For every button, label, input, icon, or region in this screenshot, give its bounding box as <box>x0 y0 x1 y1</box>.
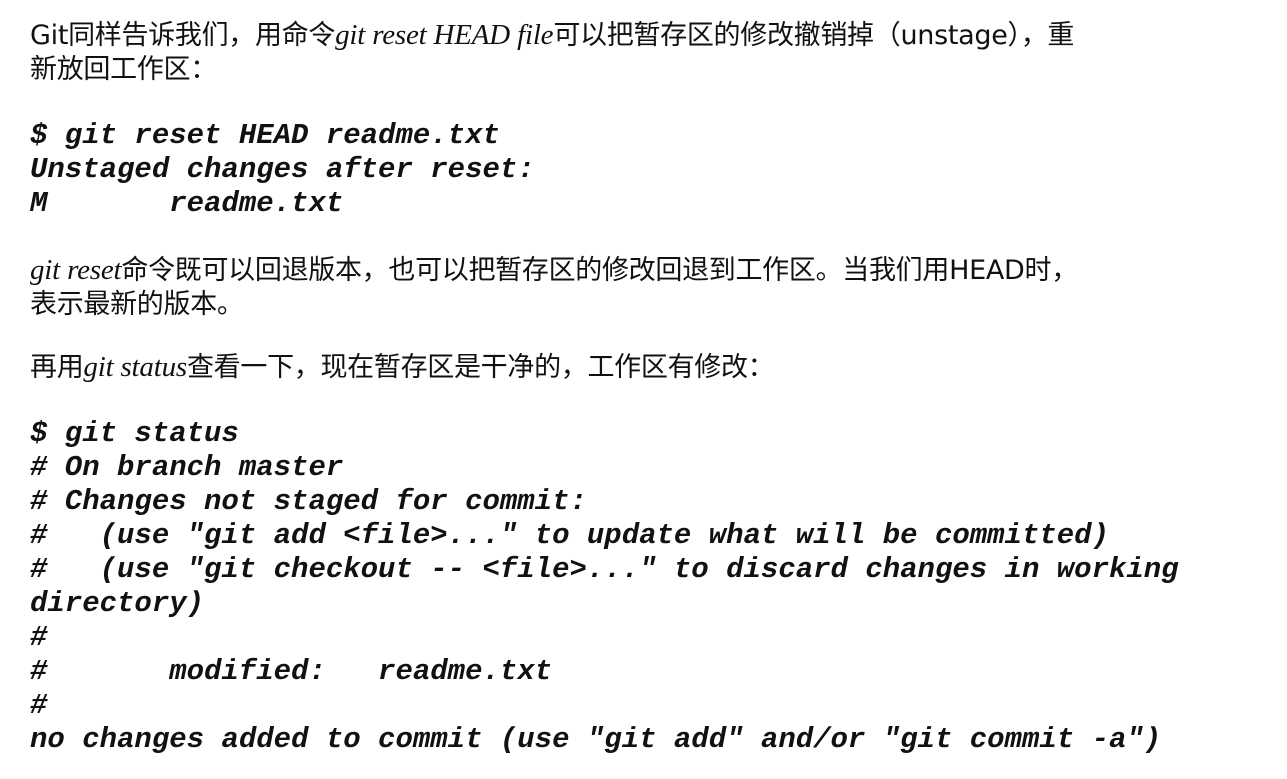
paragraph-status-intro: 再用git status查看一下，现在暂存区是干净的，工作区有修改： <box>30 350 1260 385</box>
text: 表示最新的版本。 <box>30 289 244 320</box>
code-line: directory) <box>30 587 205 620</box>
code-line: # (use "git checkout -- <file>..." to di… <box>30 553 1179 586</box>
text: 查看一下，现在暂存区是干净的，工作区有修改： <box>186 352 775 383</box>
text: 新放回工作区： <box>30 54 217 85</box>
inline-command: git reset <box>30 254 122 286</box>
code-block-reset: $ git reset HEAD readme.txt Unstaged cha… <box>30 119 1260 221</box>
code-line: # <box>30 689 48 722</box>
document-page: Git同样告诉我们，用命令git reset HEAD file可以把暂存区的修… <box>30 18 1260 757</box>
text: 命令既可以回退版本，也可以把暂存区的修改回退到工作区。当我们用HEAD时， <box>121 255 1078 286</box>
code-line: no changes added to commit (use "git add… <box>30 723 1162 756</box>
code-line: $ git status <box>30 417 239 450</box>
code-line: # (use "git add <file>..." to update wha… <box>30 519 1109 552</box>
inline-command: git status <box>83 351 187 383</box>
text: 再用 <box>30 352 84 383</box>
code-line: # On branch master <box>30 451 344 484</box>
code-line: $ git reset HEAD readme.txt <box>30 119 500 152</box>
code-line: Unstaged changes after reset: <box>30 153 535 186</box>
paragraph-reset-explain: git reset命令既可以回退版本，也可以把暂存区的修改回退到工作区。当我们用… <box>30 253 1260 322</box>
code-line: # Changes not staged for commit: <box>30 485 587 518</box>
code-line: # modified: readme.txt <box>30 655 553 688</box>
text: Git同样告诉我们，用命令 <box>30 20 336 51</box>
code-block-status: $ git status # On branch master # Change… <box>30 417 1260 757</box>
code-line: M readme.txt <box>30 187 344 220</box>
text: 可以把暂存区的修改撤销掉（unstage），重 <box>553 20 1075 51</box>
paragraph-unstage-intro: Git同样告诉我们，用命令git reset HEAD file可以把暂存区的修… <box>30 18 1260 87</box>
inline-command: git reset HEAD file <box>335 19 554 51</box>
code-line: # <box>30 621 48 654</box>
